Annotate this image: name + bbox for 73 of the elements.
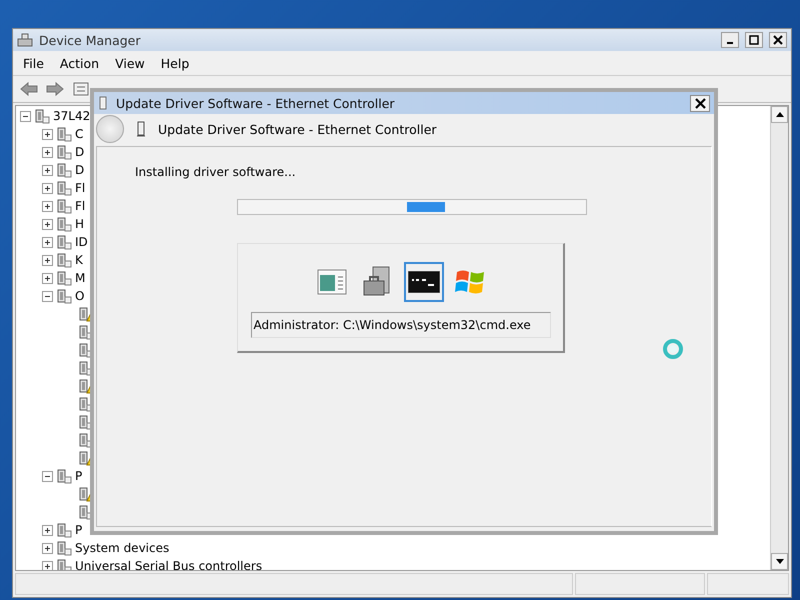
device-icon	[56, 198, 72, 214]
scroll-down-icon[interactable]	[771, 553, 788, 570]
device-icon	[56, 234, 72, 250]
tree-item-label[interactable]: D	[75, 163, 84, 177]
menu-item[interactable]: Action	[54, 54, 106, 72]
tree-item-label[interactable]: C	[75, 127, 84, 141]
close-button[interactable]	[769, 32, 787, 48]
expand-icon[interactable]	[42, 560, 53, 570]
expand-icon[interactable]	[42, 254, 53, 266]
scroll-up-icon[interactable]	[771, 106, 788, 123]
task-caption: Administrator: C:\Windows\system32\cmd.exe	[250, 312, 550, 338]
tree-item-label[interactable]: P	[75, 523, 82, 537]
expand-icon[interactable]	[42, 236, 53, 248]
menu-item[interactable]: Help	[154, 54, 196, 72]
device-icon	[56, 468, 72, 484]
device-icon	[56, 144, 72, 160]
tree-item-label[interactable]: ID	[75, 235, 88, 249]
expand-icon[interactable]	[42, 200, 53, 212]
task-thumbnail[interactable]	[404, 262, 444, 302]
maximize-button[interactable]	[745, 32, 763, 48]
forward-icon[interactable]	[45, 80, 65, 98]
back-icon[interactable]	[19, 80, 39, 98]
device-icon	[136, 121, 146, 137]
device-icon	[56, 270, 72, 286]
device-icon	[56, 126, 72, 142]
dialog-title: Update Driver Software - Ethernet Controller	[116, 96, 395, 110]
console-icon	[408, 271, 440, 293]
tree-item-label[interactable]: D	[75, 145, 84, 159]
tree-item-label[interactable]: O	[75, 289, 84, 303]
close-icon[interactable]	[694, 98, 706, 108]
tree-item-label[interactable]: System devices	[75, 541, 170, 555]
properties-icon[interactable]	[71, 80, 91, 98]
collapse-icon[interactable]	[42, 470, 53, 482]
expand-icon[interactable]	[42, 146, 53, 158]
tree-item-label[interactable]: 37L42	[53, 109, 90, 123]
device-icon	[56, 252, 72, 268]
collapse-icon[interactable]	[20, 110, 31, 122]
tree-item-label[interactable]: Fl	[75, 181, 86, 195]
device-icon	[34, 108, 50, 124]
device-icon	[56, 162, 72, 178]
computer-icon	[17, 32, 33, 48]
status-text: Installing driver software...	[135, 165, 297, 179]
device-icon	[56, 180, 72, 196]
collapse-icon[interactable]	[42, 290, 53, 302]
device-icon	[56, 540, 72, 556]
menu-item[interactable]: File	[17, 54, 50, 72]
expand-icon[interactable]	[42, 182, 53, 194]
expand-icon[interactable]	[42, 128, 53, 140]
window-icon	[316, 269, 346, 295]
close-icon[interactable]	[773, 35, 783, 45]
close-button[interactable]	[690, 94, 710, 112]
device-icon	[56, 216, 72, 232]
device-icon	[98, 96, 108, 110]
tree-item-label[interactable]: M	[75, 271, 86, 285]
dialog-header: Update Driver Software - Ethernet Controller	[158, 122, 437, 136]
windows-logo-icon	[454, 268, 484, 296]
tree-item-label[interactable]: K	[75, 253, 83, 267]
window-title: Device Manager	[39, 32, 141, 48]
menu-item[interactable]: View	[109, 54, 151, 72]
minimize-button[interactable]	[721, 32, 739, 48]
tree-item-label[interactable]: Fl	[75, 199, 86, 213]
expand-icon[interactable]	[42, 164, 53, 176]
device-icon	[56, 522, 72, 538]
busy-cursor-icon	[662, 338, 684, 360]
tree-item-label[interactable]: Universal Serial Bus controllers	[75, 559, 262, 570]
expand-icon[interactable]	[42, 218, 53, 230]
expand-icon[interactable]	[42, 524, 53, 536]
expand-icon[interactable]	[42, 542, 53, 554]
maximize-icon[interactable]	[749, 35, 759, 45]
tree-item-label[interactable]: P	[75, 469, 82, 483]
device-icon	[56, 288, 72, 304]
expand-icon[interactable]	[42, 272, 53, 284]
tree-item-label[interactable]: H	[75, 217, 84, 231]
